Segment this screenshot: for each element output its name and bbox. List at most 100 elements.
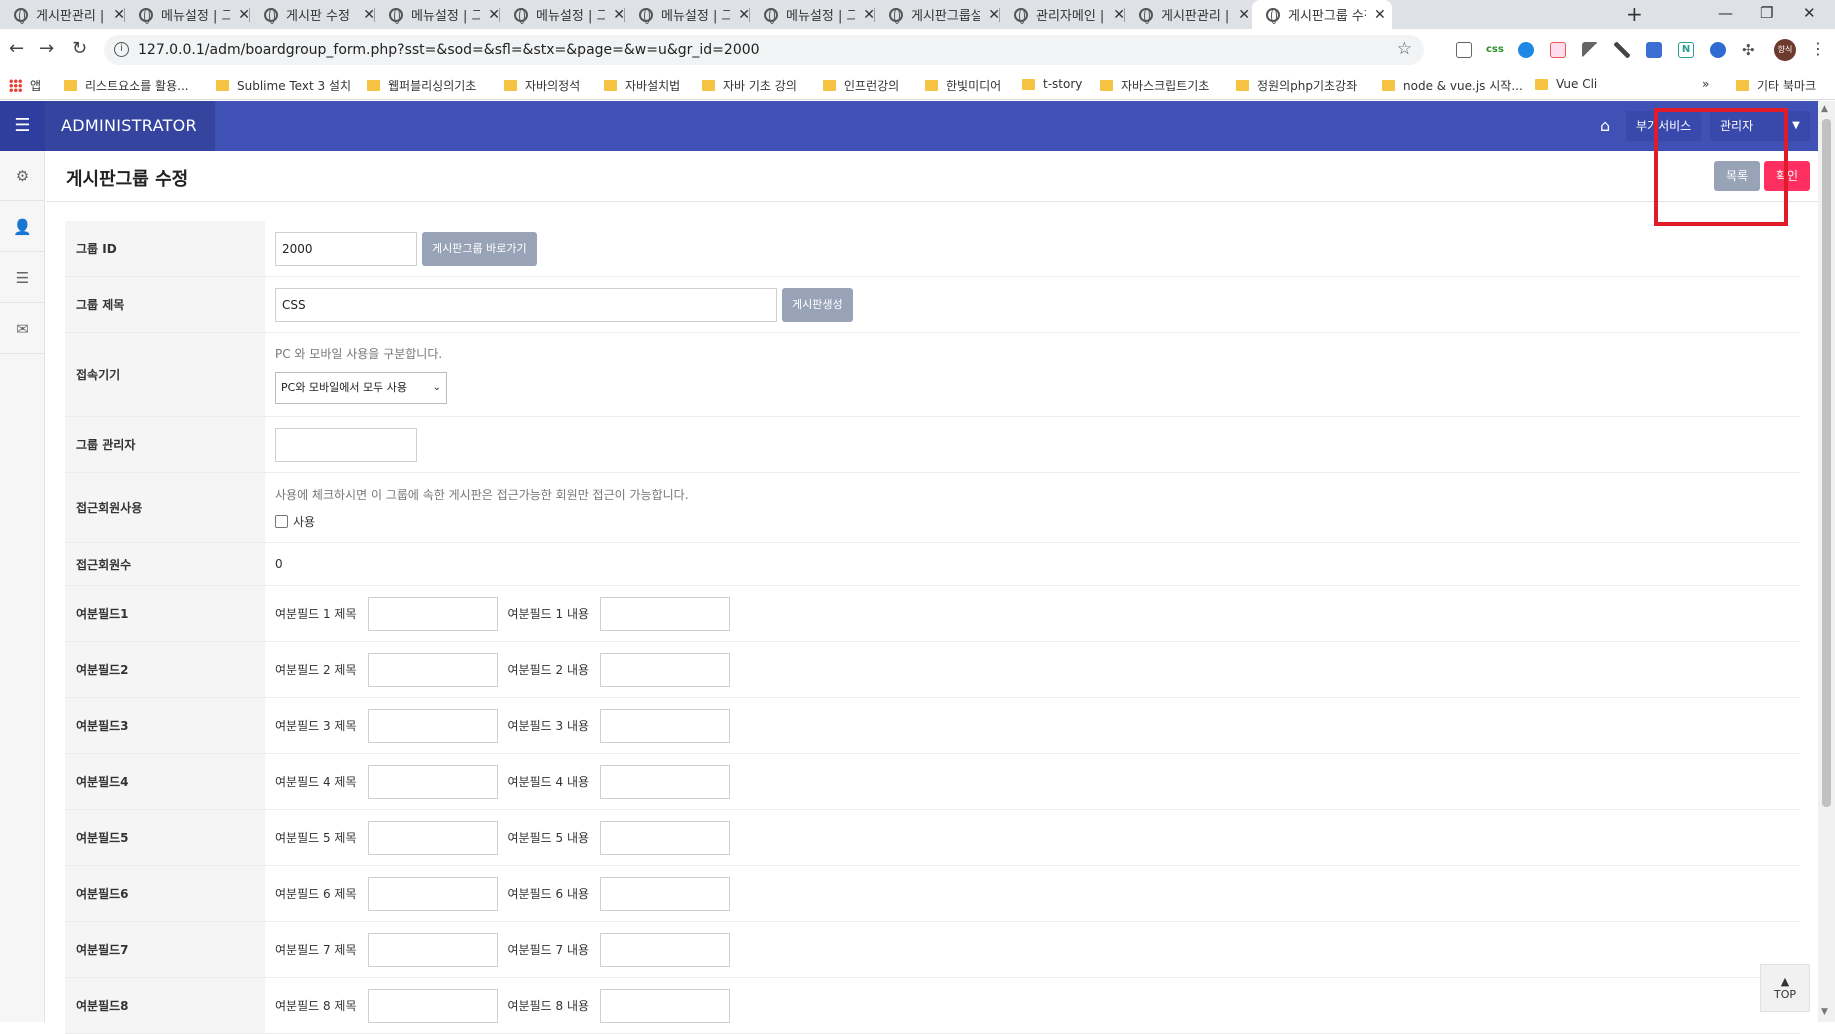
scroll-down-icon[interactable]: ▼ xyxy=(1821,1007,1828,1017)
extra-subject-input[interactable] xyxy=(367,652,498,687)
vpn-extension-icon[interactable] xyxy=(1582,42,1598,58)
apps-shortcut[interactable]: 앱 xyxy=(9,77,41,94)
restore-icon[interactable]: ❐ xyxy=(1760,4,1773,22)
menu-toggle-icon[interactable]: ☰ xyxy=(0,101,45,151)
extra-subject-input[interactable] xyxy=(367,820,498,855)
chevron-down-icon: ⌄ xyxy=(432,382,441,393)
extra-subject-input[interactable] xyxy=(367,596,498,631)
extra-value-input[interactable] xyxy=(600,820,731,855)
scroll-up-icon[interactable]: ▲ xyxy=(1821,104,1828,114)
extra-value-input[interactable] xyxy=(600,876,731,911)
bookmark-item[interactable]: 정원의php기초강좌 xyxy=(1236,77,1357,94)
close-tab-icon[interactable]: ✕ xyxy=(1238,7,1250,23)
browser-tab[interactable]: 메뉴설정 | 그누✕ xyxy=(500,0,625,29)
extra-subject-input[interactable] xyxy=(367,764,498,799)
puzzle-icon[interactable]: ✣ xyxy=(1742,42,1758,58)
create-board-button[interactable]: 게시판생성 xyxy=(782,287,853,322)
device-select[interactable]: PC와 모바일에서 모두 사용 ⌄ xyxy=(275,372,447,404)
row-extra-field: 여분필드7 여분필드 7 제목 여분필드 7 내용 xyxy=(65,922,1800,978)
cast-icon[interactable] xyxy=(1456,42,1472,58)
color-picker-icon[interactable] xyxy=(1614,42,1630,58)
extra-value-input[interactable] xyxy=(600,596,731,631)
url-text: 127.0.0.1/adm/boardgroup_form.php?sst=&s… xyxy=(138,42,760,58)
group-subject-input[interactable]: CSS xyxy=(275,287,777,322)
browser-tab[interactable]: 게시판그룹 수정 ✕ xyxy=(1252,0,1392,29)
bookmark-item[interactable]: 자바 기초 강의 xyxy=(702,77,797,94)
extra-subject-input[interactable] xyxy=(367,932,498,967)
confirm-button[interactable]: 확인 xyxy=(1764,161,1810,191)
browser-tab[interactable]: 게시판관리 | 그✕ xyxy=(0,0,125,29)
extra-subject-input[interactable] xyxy=(367,876,498,911)
admin-menu-button[interactable]: 관리자 xyxy=(1710,111,1782,141)
site-info-icon[interactable]: i xyxy=(114,42,129,57)
browser-tab[interactable]: 게시판 수정 | 그✕ xyxy=(250,0,375,29)
blue-extension-icon[interactable] xyxy=(1710,42,1726,58)
bookmark-item[interactable]: Vue Cli xyxy=(1535,77,1597,91)
bookmark-item[interactable]: 자바의정석 xyxy=(504,77,580,94)
forward-icon[interactable]: → xyxy=(39,38,54,59)
home-icon[interactable]: ⌂ xyxy=(1600,116,1610,135)
bookmark-item[interactable]: 웹퍼블리싱의기초 xyxy=(367,77,476,94)
scroll-thumb[interactable] xyxy=(1822,119,1831,807)
bookmark-item[interactable]: t-story xyxy=(1022,77,1082,91)
admin-dropdown-caret-icon[interactable]: ▼ xyxy=(1782,111,1810,141)
calendar-extension-icon[interactable] xyxy=(1550,42,1566,58)
extra-field-label: 여분필드3 xyxy=(65,698,265,753)
download-extension-icon[interactable] xyxy=(1646,42,1662,58)
extra-subject-label: 여분필드 8 제목 xyxy=(275,999,357,1013)
browser-tab[interactable]: 게시판관리 | 그✕ xyxy=(1125,0,1250,29)
extra-service-button[interactable]: 부가서비스 xyxy=(1626,111,1702,141)
bookmark-item[interactable]: Sublime Text 3 설치 xyxy=(216,77,351,94)
browser-tab[interactable]: 메뉴설정 | 그누✕ xyxy=(750,0,875,29)
more-bookmarks-button[interactable]: » xyxy=(1702,77,1709,91)
extra-subject-input[interactable] xyxy=(367,988,498,1023)
bookmark-star-icon[interactable]: ☆ xyxy=(1397,39,1412,59)
bookmark-item[interactable]: 인프런강의 xyxy=(823,77,899,94)
main-content: 게시판그룹 수정 목록 확인 그룹 ID 2000 게시판그룹 바로가기 그룹 … xyxy=(46,151,1818,1034)
new-tab-button[interactable]: + xyxy=(1626,2,1643,26)
globe-extension-icon[interactable] xyxy=(1518,42,1534,58)
url-field[interactable]: i 127.0.0.1/adm/boardgroup_form.php?sst=… xyxy=(104,35,1424,65)
bookmark-item[interactable]: 리스트요소를 활용... xyxy=(64,77,189,94)
bookmark-item[interactable]: 자바설치법 xyxy=(604,77,680,94)
profile-avatar[interactable]: 향식 xyxy=(1774,39,1796,61)
extra-value-input[interactable] xyxy=(600,652,731,687)
group-admin-input[interactable] xyxy=(275,427,417,462)
reload-icon[interactable]: ↻ xyxy=(72,38,87,59)
extra-value-input[interactable] xyxy=(600,932,731,967)
bookmark-item[interactable]: 한빛미디어 xyxy=(925,77,1001,94)
member-user-icon[interactable]: 👤 xyxy=(0,202,45,252)
back-to-top-button[interactable]: ▲ TOP xyxy=(1760,964,1810,1012)
tab-title: 게시판 수정 | 그 xyxy=(286,9,355,24)
css-extension-icon[interactable]: css xyxy=(1486,42,1504,58)
close-tab-icon[interactable]: ✕ xyxy=(1374,7,1386,23)
page-scrollbar[interactable]: ▲ ▼ xyxy=(1818,101,1835,1022)
other-bookmarks[interactable]: 기타 북마크 xyxy=(1736,77,1816,94)
browser-tab[interactable]: 관리자메인 | 그✕ xyxy=(1000,0,1125,29)
extra-value-input[interactable] xyxy=(600,764,731,799)
extra-value-input[interactable] xyxy=(600,988,731,1023)
settings-gear-icon[interactable]: ⚙ xyxy=(0,151,45,201)
board-list-icon[interactable]: ☰ xyxy=(0,253,45,303)
extra-value-input[interactable] xyxy=(600,708,731,743)
browser-tab[interactable]: 메뉴설정 | 그누✕ xyxy=(375,0,500,29)
browser-tab[interactable]: 게시판그룹설정✕ xyxy=(875,0,1000,29)
n-extension-icon[interactable]: N xyxy=(1678,42,1694,58)
browser-tab[interactable]: 메뉴설정 | 그누✕ xyxy=(625,0,750,29)
extra-subject-input[interactable] xyxy=(367,708,498,743)
back-icon[interactable]: ← xyxy=(9,38,24,59)
close-window-icon[interactable]: ✕ xyxy=(1803,4,1816,22)
admin-brand[interactable]: ADMINISTRATOR xyxy=(45,101,215,151)
browser-menu-icon[interactable]: ⋮ xyxy=(1810,39,1826,58)
browser-tab[interactable]: 메뉴설정 | 그누✕ xyxy=(125,0,250,29)
member-access-checkbox[interactable] xyxy=(275,514,288,528)
bookmark-item[interactable]: node & vue.js 시작... xyxy=(1382,77,1523,94)
group-id-input[interactable]: 2000 xyxy=(275,231,417,266)
globe-icon xyxy=(139,7,153,24)
minimize-icon[interactable]: — xyxy=(1718,4,1733,22)
list-button[interactable]: 목록 xyxy=(1714,161,1760,191)
mail-icon[interactable]: ✉ xyxy=(0,304,45,354)
go-to-group-button[interactable]: 게시판그룹 바로가기 xyxy=(422,231,537,266)
bookmark-item[interactable]: 자바스크립트기초 xyxy=(1100,77,1209,94)
extra-value-label: 여분필드 1 내용 xyxy=(507,607,590,621)
